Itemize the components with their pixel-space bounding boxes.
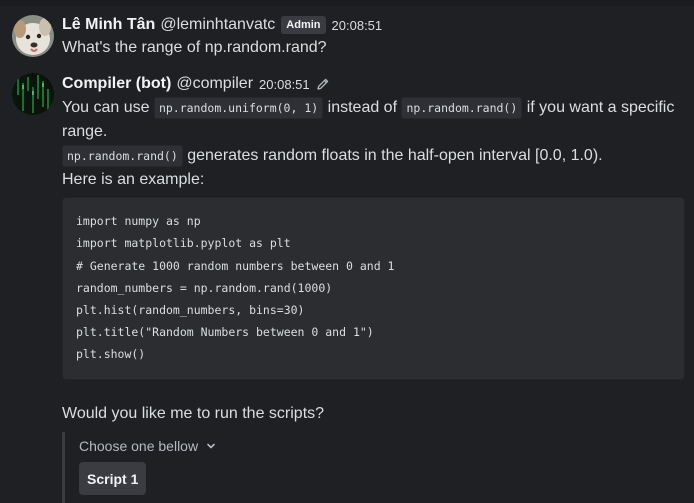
text-fragment: You can use bbox=[62, 99, 150, 116]
chevron-down-icon[interactable] bbox=[206, 441, 216, 451]
inline-code: np.random.rand() bbox=[62, 145, 183, 167]
message-user: Lê Minh Tân @leminhtanvatc Admin 20:08:5… bbox=[0, 0, 694, 60]
dog-avatar-icon[interactable] bbox=[12, 15, 54, 57]
bot-question: Would you like me to run the scripts? bbox=[62, 405, 325, 422]
code-line: # Generate 1000 random numbers between 0… bbox=[76, 259, 395, 273]
code-line: import matplotlib.pyplot as plt bbox=[76, 236, 291, 250]
timestamp: 20:08:51 bbox=[331, 17, 383, 33]
inline-code: np.random.uniform(0, 1) bbox=[153, 97, 324, 119]
text-fragment: if you want a specific bbox=[526, 99, 675, 116]
code-line: random_numbers = np.random.rand(1000) bbox=[76, 281, 333, 295]
text-fragment: generates random floats in the half-open… bbox=[187, 147, 603, 164]
script-1-button[interactable]: Script 1 bbox=[79, 462, 147, 495]
code-line: plt.title("Random Numbers between 0 and … bbox=[76, 325, 374, 339]
bot-text-line-1: You can use np.random.uniform(0, 1) inst… bbox=[62, 97, 674, 119]
code-line: plt.hist(random_numbers, bins=30) bbox=[76, 303, 305, 317]
pencil-icon bbox=[315, 76, 331, 92]
bot-timestamp: 20:08:51 bbox=[259, 76, 310, 92]
bot-message-header: Compiler (bot) @compiler 20:08:51 bbox=[62, 75, 331, 93]
bot-text-line-4: Here is an example: bbox=[62, 171, 205, 188]
matrix-avatar-icon[interactable] bbox=[12, 73, 54, 115]
code-line: plt.show() bbox=[76, 347, 146, 361]
select-placeholder: Choose one bellow bbox=[79, 438, 199, 454]
script-1-label: Script 1 bbox=[87, 470, 139, 487]
role-badge: Admin bbox=[281, 16, 326, 34]
bot-text-line-3: np.random.rand() generates random floats… bbox=[62, 145, 603, 167]
bot-text-line-2: range. bbox=[62, 123, 108, 140]
code-line: import numpy as np bbox=[76, 214, 201, 228]
author-name[interactable]: Lê Minh Tân bbox=[62, 16, 155, 34]
message-text: What's the range of np.random.rand? bbox=[62, 39, 327, 56]
text-fragment: instead of bbox=[327, 99, 398, 116]
inline-code: np.random.rand() bbox=[401, 97, 523, 119]
select-border bbox=[62, 432, 65, 503]
select-dropdown[interactable]: Choose one bellow bbox=[79, 438, 216, 454]
code-block[interactable]: import numpy as np import matplotlib.pyp… bbox=[62, 197, 685, 380]
bot-author-name[interactable]: Compiler (bot) bbox=[62, 75, 171, 93]
bot-author-handle[interactable]: @compiler bbox=[176, 75, 253, 93]
message-header: Lê Minh Tân @leminhtanvatc Admin 20:08:5… bbox=[62, 16, 382, 34]
author-handle[interactable]: @leminhtanvatc bbox=[160, 16, 275, 34]
